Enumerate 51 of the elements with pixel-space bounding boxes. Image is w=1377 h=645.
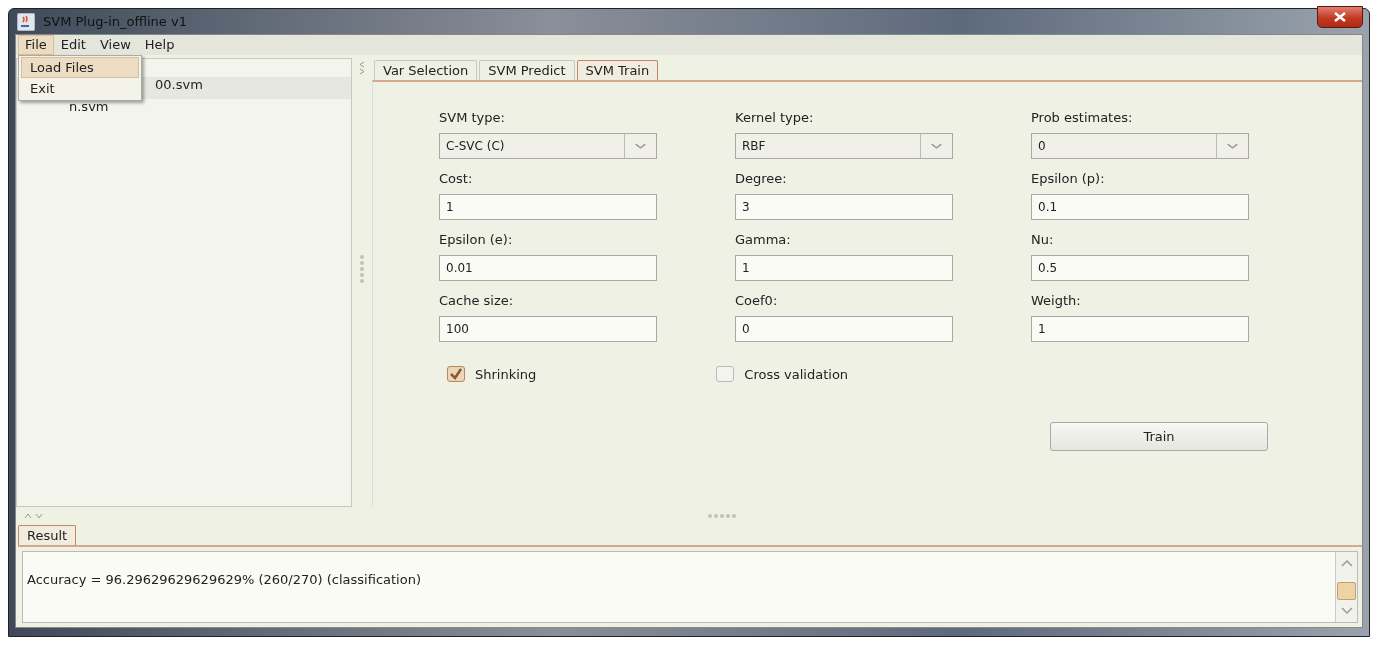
collapse-arrows-icon[interactable]	[24, 513, 44, 519]
field-label: Prob estimates:	[1031, 110, 1134, 125]
field-label: Nu:	[1031, 232, 1055, 247]
menu-item[interactable]: Help	[137, 35, 182, 55]
field-label: Epsilon (p):	[1031, 171, 1106, 186]
input-field[interactable]: 3	[735, 194, 953, 220]
menu-item[interactable]: Edit	[53, 35, 93, 55]
checkbox[interactable]	[447, 366, 465, 382]
field-label: Epsilon (e):	[439, 232, 514, 247]
field-label: Weigth:	[1031, 293, 1082, 308]
field-label: Degree:	[735, 171, 788, 186]
menu-entry[interactable]: Load Files	[21, 57, 139, 78]
dropdown[interactable]: RBF	[735, 133, 953, 159]
scrollbar[interactable]	[1335, 552, 1357, 622]
splitter-grip-icon[interactable]	[708, 514, 736, 518]
java-cup-icon	[17, 12, 35, 31]
input-field[interactable]: 0.1	[1031, 194, 1249, 220]
field-label: Gamma:	[735, 232, 792, 247]
close-button[interactable]	[1317, 5, 1363, 28]
field-label: Cache size:	[439, 293, 515, 308]
input-field[interactable]: 100	[439, 316, 657, 342]
tab[interactable]: Result	[18, 525, 77, 545]
dropdown[interactable]: 0	[1031, 133, 1249, 159]
input-field[interactable]: 1	[735, 255, 953, 281]
menu-entry[interactable]: Exit	[21, 78, 139, 99]
field-label: Coef0:	[735, 293, 779, 308]
tab[interactable]: SVM Train	[576, 60, 659, 80]
input-field[interactable]: 0.01	[439, 255, 657, 281]
checkbox-label: Shrinking	[475, 366, 537, 382]
tab[interactable]: SVM Predict	[479, 60, 575, 80]
close-icon	[1334, 11, 1346, 22]
result-text: Accuracy = 96.29629629629629% (260/270) (classification)	[26, 571, 422, 589]
dropdown[interactable]: C-SVC (C)	[439, 133, 657, 159]
checkbox-label: Cross validation	[744, 366, 849, 382]
menu-item[interactable]: File	[18, 35, 54, 55]
scroll-thumb[interactable]	[1337, 582, 1356, 600]
checkbox[interactable]	[716, 366, 735, 382]
field-label: Cost:	[439, 171, 474, 186]
window-title: SVM Plug-in_offline v1	[43, 14, 187, 29]
input-field[interactable]: 1	[439, 194, 657, 220]
splitter-grip-icon[interactable]	[360, 255, 364, 283]
tree-item[interactable]: n.svm	[17, 99, 351, 118]
input-field[interactable]: 0.5	[1031, 255, 1249, 281]
tab[interactable]: Var Selection	[374, 60, 478, 80]
field-label: Kernel type:	[735, 110, 815, 125]
field-label: SVM type:	[439, 110, 506, 125]
train-button[interactable]: Train	[1050, 422, 1268, 451]
collapse-arrows-icon[interactable]	[359, 61, 365, 75]
menu-item[interactable]: View	[92, 35, 138, 55]
input-field[interactable]: 1	[1031, 316, 1249, 342]
input-field[interactable]: 0	[735, 316, 953, 342]
